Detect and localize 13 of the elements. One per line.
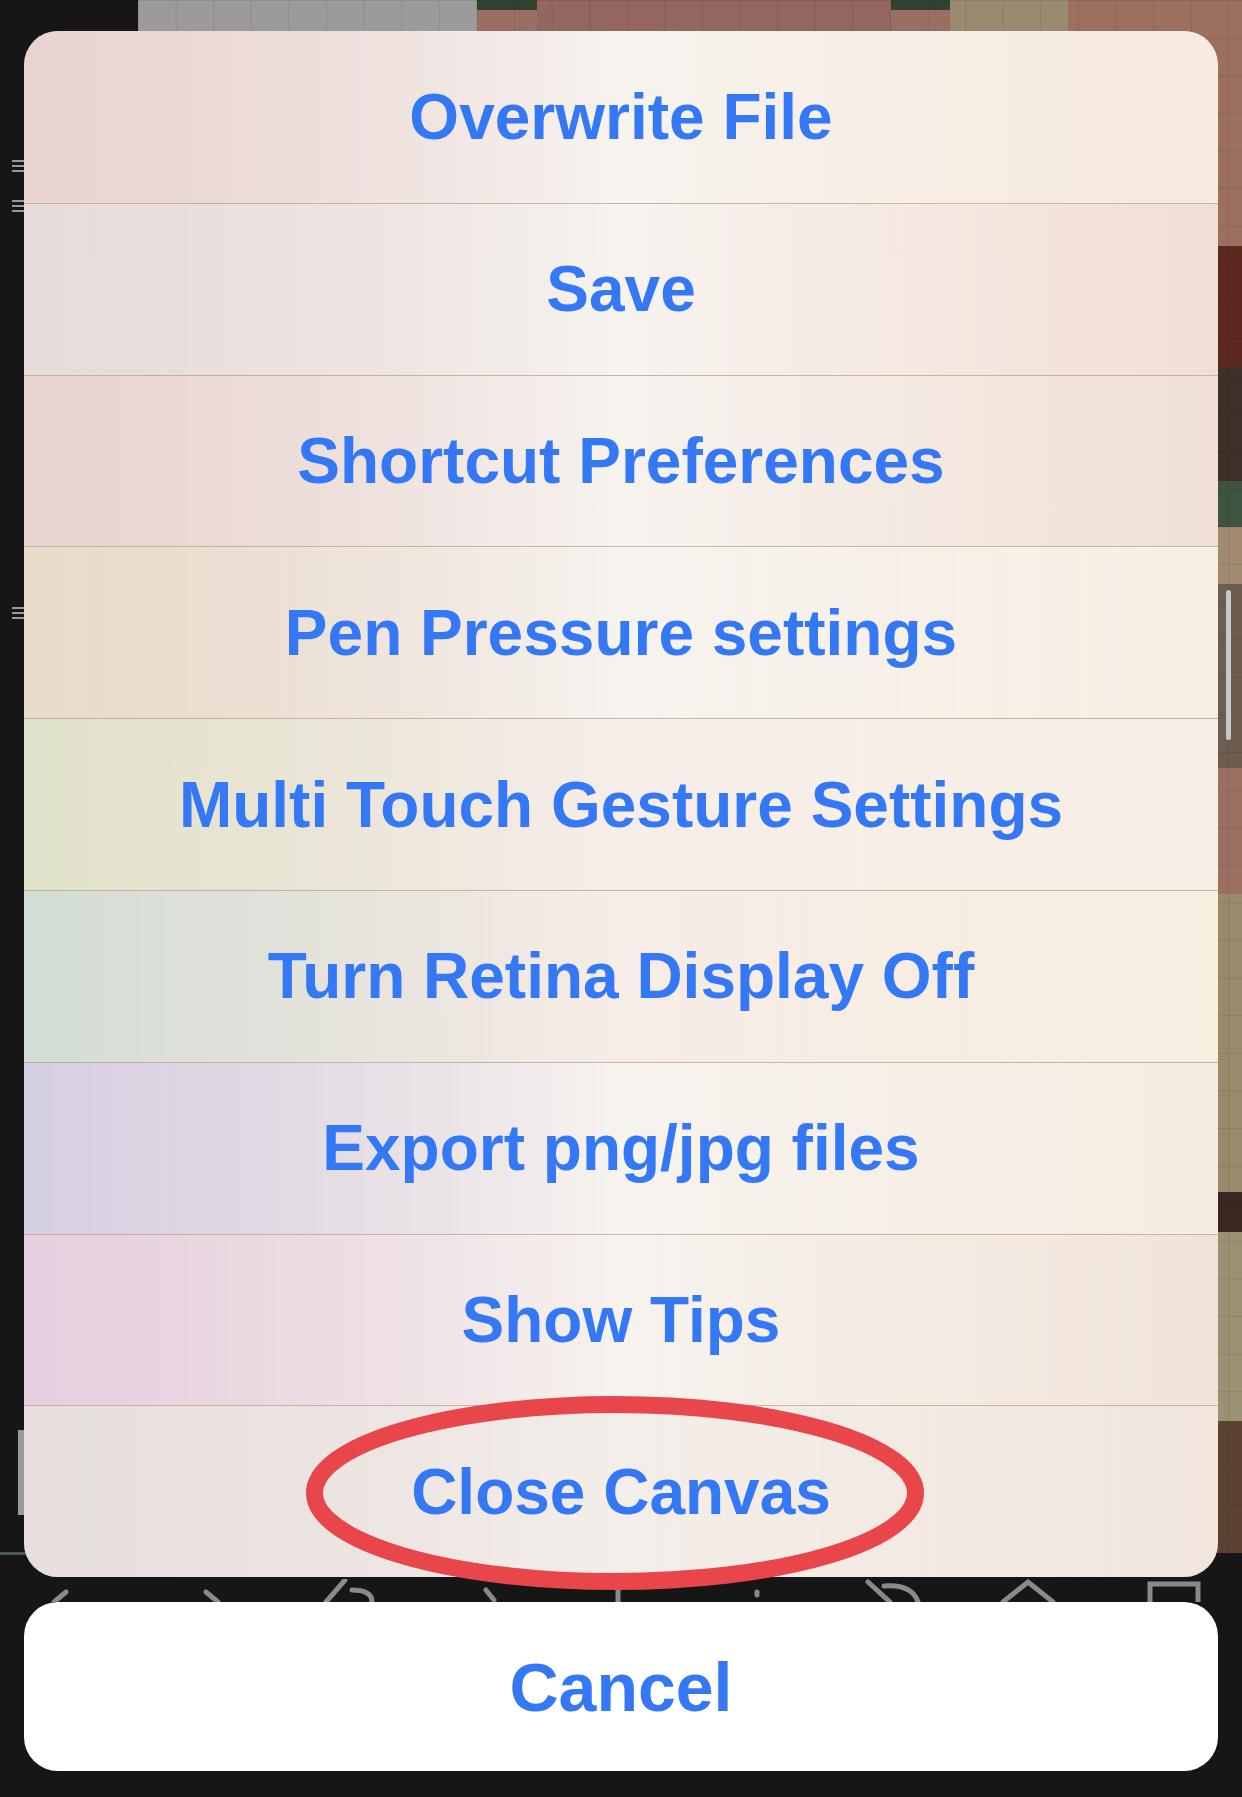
cancel-button[interactable]: Cancel [24, 1602, 1218, 1772]
menu-option[interactable]: Show Tips [24, 1233, 1218, 1406]
menu-option[interactable]: Close Canvas [24, 1405, 1218, 1578]
menu-option[interactable]: Pen Pressure settings [24, 546, 1218, 719]
menu-option[interactable]: Shortcut Preferences [24, 374, 1218, 547]
grip-icon [12, 199, 24, 213]
menu-option[interactable]: Overwrite File [24, 31, 1218, 203]
menu-option[interactable]: Export png/jpg files [24, 1061, 1218, 1234]
menu-option[interactable]: Save [24, 202, 1218, 375]
menu-option[interactable]: Turn Retina Display Off [24, 890, 1218, 1062]
grip-icon [12, 606, 24, 620]
grip-icon [12, 159, 24, 173]
menu-option[interactable]: Multi Touch Gesture Settings [24, 718, 1218, 890]
